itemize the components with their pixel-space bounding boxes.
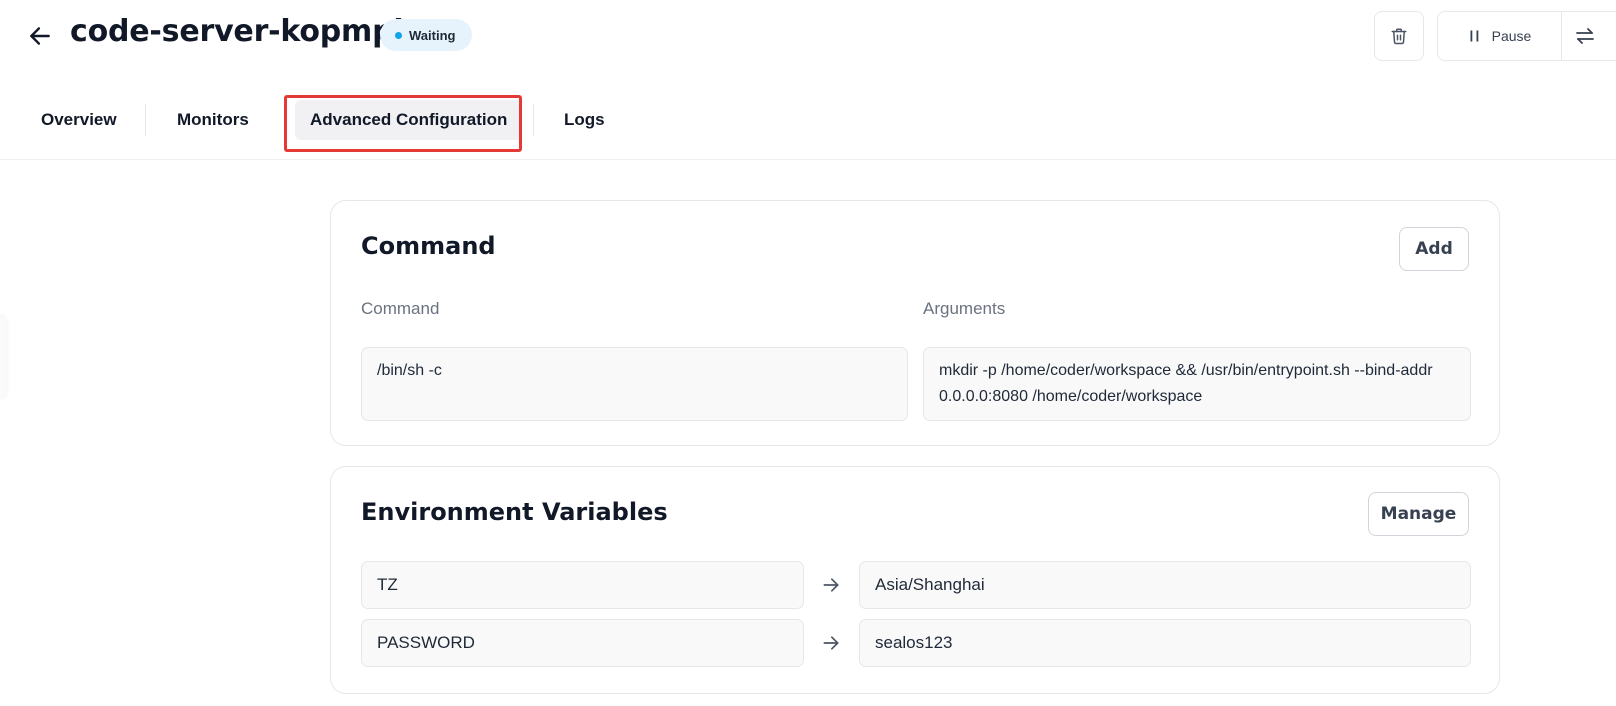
command-card-title: Command xyxy=(361,232,496,260)
page-header: code-server-kopmplst Waiting Pause xyxy=(0,0,1616,72)
environment-variables-card: Environment Variables Manage TZ Asia/Sha… xyxy=(330,466,1500,694)
tab-logs[interactable]: Logs xyxy=(564,100,605,140)
tab-separator xyxy=(533,104,534,136)
arrow-right-icon xyxy=(819,631,843,655)
pause-label: Pause xyxy=(1491,28,1532,44)
env-key-field[interactable]: PASSWORD xyxy=(361,619,804,667)
status-text: Waiting xyxy=(409,27,456,43)
env-key-field[interactable]: TZ xyxy=(361,561,804,609)
add-command-button[interactable]: Add xyxy=(1399,227,1469,271)
pause-icon xyxy=(1470,30,1478,42)
arrow-right-icon xyxy=(819,573,843,597)
env-card-title: Environment Variables xyxy=(361,498,668,526)
tab-overview[interactable]: Overview xyxy=(41,100,117,140)
command-card: Command Add Command Arguments /bin/sh -c… xyxy=(330,200,1500,446)
switch-button[interactable] xyxy=(1562,12,1616,60)
tab-separator xyxy=(145,104,146,136)
pause-button[interactable]: Pause xyxy=(1438,12,1562,60)
tab-monitors[interactable]: Monitors xyxy=(177,100,249,140)
env-value-field[interactable]: Asia/Shanghai xyxy=(859,561,1471,609)
command-input[interactable]: /bin/sh -c xyxy=(361,347,908,421)
header-divider xyxy=(0,159,1616,160)
action-button-group: Pause xyxy=(1437,11,1616,61)
collapsed-side-panel-handle[interactable] xyxy=(0,316,6,398)
arguments-field-label: Arguments xyxy=(923,299,1006,318)
arrow-left-icon xyxy=(30,27,50,45)
back-button[interactable] xyxy=(24,20,56,52)
delete-button[interactable] xyxy=(1374,11,1424,61)
swap-icon xyxy=(1576,28,1594,44)
trash-icon xyxy=(1391,28,1407,45)
status-badge: Waiting xyxy=(380,19,473,51)
status-dot-icon xyxy=(395,31,402,39)
tab-advanced-configuration[interactable]: Advanced Configuration xyxy=(295,100,523,140)
command-field-label: Command xyxy=(361,299,440,318)
tab-bar: Overview Monitors Advanced Configuration… xyxy=(0,92,1616,150)
env-value-field[interactable]: sealos123 xyxy=(859,619,1471,667)
manage-env-button[interactable]: Manage xyxy=(1368,492,1469,536)
arguments-input[interactable]: mkdir -p /home/coder/workspace && /usr/b… xyxy=(923,347,1471,421)
